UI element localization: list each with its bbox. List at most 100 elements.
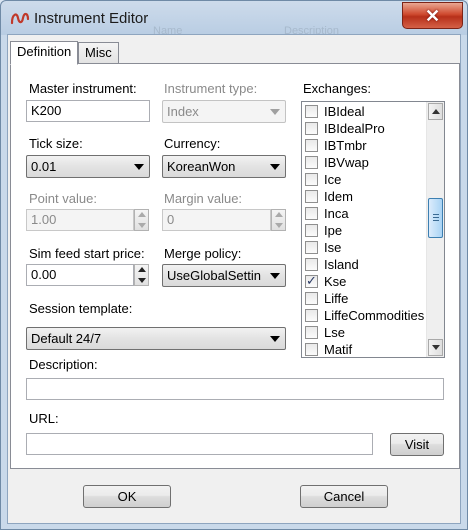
exchange-item-ice[interactable]: Ice <box>304 172 426 189</box>
session-template-label: Session template: <box>29 301 133 316</box>
arrow-up-icon <box>138 267 146 272</box>
exchange-label: IBVwap <box>324 155 369 170</box>
spin-up-button[interactable] <box>272 210 285 220</box>
margin-value-spinner[interactable] <box>271 209 286 231</box>
exchange-label: Lse <box>324 325 345 340</box>
chevron-down-icon <box>270 164 280 170</box>
merge-policy-label: Merge policy: <box>164 246 242 261</box>
exchange-checkbox[interactable] <box>305 273 318 289</box>
spin-up-button[interactable] <box>135 210 148 220</box>
master-instrument-input[interactable]: K200 <box>26 100 150 122</box>
exchange-checkbox[interactable] <box>305 309 318 322</box>
exchange-item-inca[interactable]: Inca <box>304 206 426 223</box>
arrow-up-icon <box>275 212 283 217</box>
exchange-item-island[interactable]: Island <box>304 257 426 274</box>
url-input[interactable] <box>26 433 373 455</box>
description-label: Description: <box>29 357 98 372</box>
sim-feed-start-price-label: Sim feed start price: <box>29 246 145 261</box>
sim-feed-start-price-input[interactable]: 0.00 <box>26 264 134 286</box>
arrow-down-icon <box>275 223 283 228</box>
url-label: URL: <box>29 411 59 426</box>
exchange-checkbox[interactable] <box>305 292 318 305</box>
arrow-down-icon <box>432 345 440 350</box>
chevron-down-icon <box>270 109 280 115</box>
exchange-item-ibideal[interactable]: IBIdeal <box>304 104 426 121</box>
exchange-checkbox[interactable] <box>305 343 318 356</box>
master-instrument-label: Master instrument: <box>29 81 137 96</box>
exchange-checkbox[interactable] <box>305 224 318 237</box>
arrow-up-icon <box>138 212 146 217</box>
exchange-label: Island <box>324 257 359 272</box>
grip-line <box>433 214 439 215</box>
instrument-type-select[interactable]: Index <box>162 100 286 123</box>
tick-size-select[interactable]: 0.01 <box>26 155 150 178</box>
exchange-label: Ice <box>324 172 342 187</box>
exchange-checkbox[interactable] <box>305 258 318 271</box>
margin-value-input[interactable]: 0 <box>162 209 271 231</box>
exchange-label: IBIdealPro <box>324 121 385 136</box>
instrument-type-value: Index <box>167 104 199 119</box>
visit-button[interactable]: Visit <box>390 433 444 456</box>
chevron-down-icon <box>134 164 144 170</box>
point-value-label: Point value: <box>29 191 97 206</box>
exchange-label: Ipe <box>324 223 343 238</box>
exchange-checkbox[interactable] <box>305 241 318 254</box>
exchange-checkbox[interactable] <box>305 207 318 220</box>
sim-feed-start-price-spinner[interactable] <box>134 264 149 286</box>
exchange-item-matif[interactable]: Matif <box>304 342 426 357</box>
exchange-label: IBTmbr <box>324 138 367 153</box>
exchange-checkbox[interactable] <box>305 122 318 135</box>
spin-down-button[interactable] <box>272 220 285 230</box>
scroll-up-button[interactable] <box>428 103 443 120</box>
exchange-item-liffecommodities[interactable]: LiffeCommodities <box>304 308 426 325</box>
scroll-down-button[interactable] <box>428 339 443 356</box>
exchange-item-kse[interactable]: Kse <box>304 273 426 291</box>
exchange-item-lse[interactable]: Lse <box>304 325 426 342</box>
exchange-item-liffe[interactable]: Liffe <box>304 291 426 308</box>
cancel-button[interactable]: Cancel <box>300 485 388 508</box>
exchange-checkbox[interactable] <box>305 190 318 203</box>
arrow-up-icon <box>432 109 440 114</box>
scroll-thumb[interactable] <box>428 198 443 238</box>
spin-down-button[interactable] <box>135 275 148 285</box>
ok-button[interactable]: OK <box>83 485 171 508</box>
exchange-item-ibtmbr[interactable]: IBTmbr <box>304 138 426 155</box>
exchange-label: Liffe <box>324 291 349 306</box>
exchange-item-ise[interactable]: Ise <box>304 240 426 257</box>
arrow-down-icon <box>138 278 146 283</box>
margin-value-label: Margin value: <box>164 191 243 206</box>
exchange-item-idem[interactable]: Idem <box>304 189 426 206</box>
point-value-input[interactable]: 1.00 <box>26 209 134 231</box>
currency-select[interactable]: KoreanWon <box>162 155 286 178</box>
currency-label: Currency: <box>164 136 221 151</box>
description-input[interactable] <box>26 378 444 400</box>
exchange-item-ipe[interactable]: Ipe <box>304 223 426 240</box>
session-template-select[interactable]: Default 24/7 <box>26 327 286 350</box>
spin-down-button[interactable] <box>135 220 148 230</box>
exchange-label: Kse <box>324 274 347 289</box>
exchange-label: IBIdeal <box>324 104 365 119</box>
exchange-label: Inca <box>324 206 349 221</box>
grip-line <box>433 217 439 218</box>
exchange-checkbox[interactable] <box>305 156 318 169</box>
exchange-checkbox[interactable] <box>305 105 318 118</box>
form-layer: Master instrument: K200 Instrument type:… <box>0 0 468 530</box>
exchanges-list[interactable]: IBIdeal IBIdealPro IBTmbr IBVwap Ice Idem Inca… <box>301 101 445 358</box>
exchange-item-ibvwap[interactable]: IBVwap <box>304 155 426 172</box>
tick-size-value: 0.01 <box>31 159 57 174</box>
chevron-down-icon <box>270 336 280 342</box>
exchange-item-ibidealpro[interactable]: IBIdealPro <box>304 121 426 138</box>
exchange-checkbox[interactable] <box>305 173 318 186</box>
point-value-spinner[interactable] <box>134 209 149 231</box>
currency-value: KoreanWon <box>167 159 236 174</box>
exchange-checkbox[interactable] <box>305 139 318 152</box>
session-template-value: Default 24/7 <box>31 331 102 346</box>
grip-line <box>433 220 439 221</box>
merge-policy-select[interactable]: UseGlobalSettin <box>162 264 286 287</box>
spin-up-button[interactable] <box>135 265 148 275</box>
exchange-checkbox[interactable] <box>305 326 318 339</box>
exchange-label: Idem <box>324 189 353 204</box>
exchanges-scrollbar[interactable] <box>426 102 444 357</box>
arrow-down-icon <box>138 223 146 228</box>
exchanges-label: Exchanges: <box>303 81 371 96</box>
